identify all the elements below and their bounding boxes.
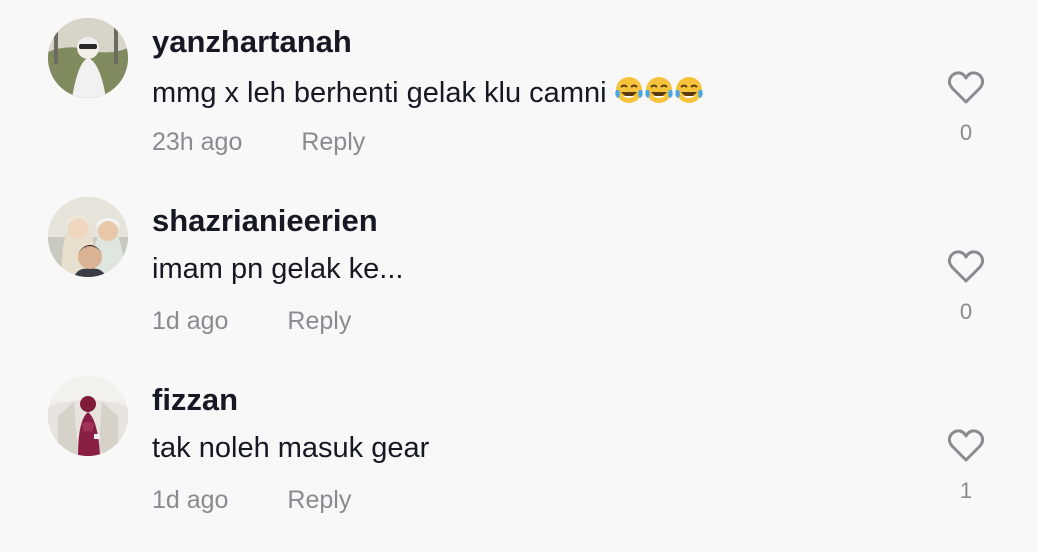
heart-outline-icon[interactable] <box>946 247 986 287</box>
like-control: 0 <box>944 247 988 325</box>
comment-item: shazrianieerien imam pn gelak ke... 1d a… <box>0 179 1038 349</box>
comment-text: imam pn gelak ke... <box>152 253 404 285</box>
avatar[interactable] <box>48 18 128 98</box>
face-with-tears-of-joy-icon <box>614 77 643 103</box>
emoji-group <box>613 74 703 114</box>
comment-timestamp: 1d ago <box>152 307 229 335</box>
face-with-tears-of-joy-icon <box>674 77 703 103</box>
comment-meta: 1d ago Reply <box>152 486 351 515</box>
avatar-image <box>48 376 128 456</box>
comment-timestamp: 23h ago <box>152 128 243 156</box>
like-count: 0 <box>959 120 973 145</box>
comment-list: yanzhartanah mmg x leh berhenti gelak kl… <box>0 0 1038 552</box>
avatar-image <box>48 18 128 98</box>
reply-button[interactable]: Reply <box>287 486 351 515</box>
heart-outline-icon[interactable] <box>946 68 986 108</box>
avatar-image <box>48 197 128 277</box>
comment-item: fizzan tak noleh masuk gear 1d ago Reply… <box>0 358 1038 528</box>
comment-item: yanzhartanah mmg x leh berhenti gelak kl… <box>0 0 1038 170</box>
like-control: 0 <box>944 68 988 146</box>
comment-text: tak noleh masuk gear <box>152 432 430 464</box>
comment-text: mmg x leh berhenti gelak klu camni <box>152 74 703 114</box>
comment-timestamp: 1d ago <box>152 486 229 514</box>
comment-meta: 1d ago Reply <box>152 307 351 336</box>
face-with-tears-of-joy-icon <box>644 77 673 103</box>
heart-outline-icon[interactable] <box>946 426 986 466</box>
comment-username[interactable]: yanzhartanah <box>152 24 352 60</box>
comment-username[interactable]: shazrianieerien <box>152 203 378 239</box>
comment-text-body: mmg x leh berhenti gelak klu camni <box>152 77 607 109</box>
reply-button[interactable]: Reply <box>287 307 351 336</box>
avatar[interactable] <box>48 197 128 277</box>
like-count: 1 <box>959 478 973 503</box>
reply-button[interactable]: Reply <box>301 128 365 157</box>
like-control: 1 <box>944 426 988 504</box>
comment-username[interactable]: fizzan <box>152 382 238 418</box>
avatar[interactable] <box>48 376 128 456</box>
like-count: 0 <box>959 299 973 324</box>
comment-meta: 23h ago Reply <box>152 128 365 157</box>
